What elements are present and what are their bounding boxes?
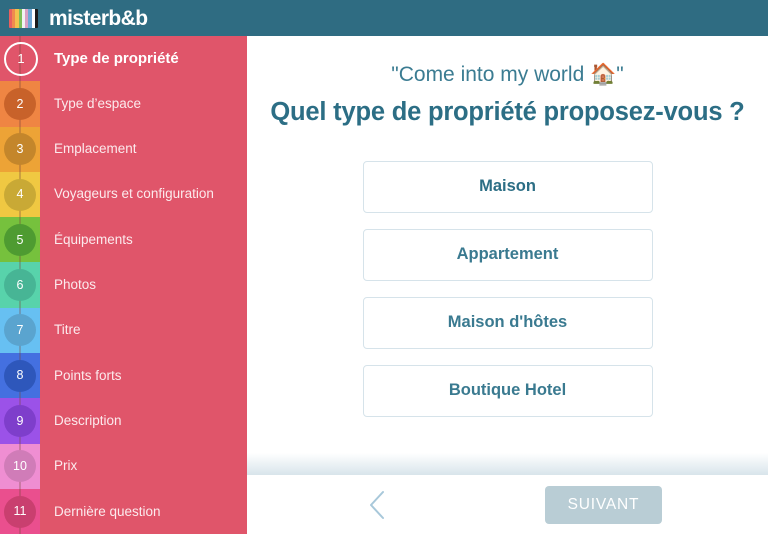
step-number-badge: 6 — [4, 269, 36, 302]
misterbandb-logo-icon — [9, 8, 38, 28]
sidebar-item-label: Type de propriété — [54, 49, 179, 67]
page-title: Quel type de propriété proposez-vous ? — [270, 98, 745, 127]
sidebar-item-step-9[interactable]: 9 Description — [0, 398, 247, 444]
sidebar-item-step-11[interactable]: 11 Dernière question — [0, 488, 247, 534]
footer-bar: SUIVANT — [247, 475, 768, 534]
sidebar-item-label: Photos — [54, 277, 97, 293]
sidebar-item-step-5[interactable]: 5 Équipements — [0, 217, 247, 263]
option-button-4[interactable]: Boutique Hotel — [362, 364, 653, 417]
sidebar-steps: 1 Type de propriété 2 Type d’espace 3 Emplace… — [0, 36, 247, 534]
page-subtitle: "Come into my world 🏠" — [391, 63, 624, 86]
step-number-badge: 7 — [4, 314, 36, 347]
property-type-options: Maison Appartement Maison d'hôtes Boutique … — [269, 160, 746, 417]
sidebar-item-label: Titre — [54, 322, 81, 338]
sidebar-item-step-8[interactable]: 8 Points forts — [0, 353, 247, 399]
app-root: misterb&b 1 Type de propriété 2 Type d’espa… — [0, 0, 768, 534]
sidebar-item-step-10[interactable]: 10 Prix — [0, 443, 247, 489]
chevron-left-icon — [370, 490, 384, 519]
step-number-badge: 2 — [4, 87, 36, 120]
sidebar-item-step-2[interactable]: 2 Type d’espace — [0, 81, 247, 127]
option-button-1[interactable]: Maison — [362, 160, 653, 213]
option-button-3[interactable]: Maison d'hôtes — [362, 296, 653, 349]
step-number-badge: 10 — [4, 450, 36, 483]
sidebar-item-label: Type d’espace — [54, 95, 142, 111]
main-scroll-area: "Come into my world 🏠" Quel type de prop… — [247, 36, 768, 471]
sidebar-item-step-4[interactable]: 4 Voyageurs et configuration — [0, 171, 247, 218]
sidebar-item-step-3[interactable]: 3 Emplacement — [0, 126, 247, 172]
sidebar-item-label: Prix — [54, 458, 78, 474]
sidebar-item-step-6[interactable]: 6 Photos — [0, 262, 247, 308]
sidebar-item-step-1[interactable]: 1 Type de propriété — [0, 36, 247, 82]
step-number-badge: 8 — [4, 359, 36, 392]
sidebar-item-label: Voyageurs et configuration — [54, 186, 214, 202]
sidebar-item-label: Dernière question — [54, 503, 161, 519]
next-button[interactable]: SUIVANT — [545, 485, 662, 524]
back-button[interactable] — [360, 486, 394, 524]
sidebar-item-label: Points forts — [54, 367, 122, 383]
logo-bar-8 — [34, 8, 38, 28]
step-number-badge: 9 — [4, 405, 36, 438]
step-number-badge: 4 — [4, 178, 36, 211]
step-number-badge: 1 — [4, 41, 38, 76]
step-number-badge: 3 — [4, 133, 36, 166]
sidebar-item-step-7[interactable]: 7 Titre — [0, 307, 247, 354]
sidebar-item-label: Équipements — [54, 231, 133, 247]
step-number-badge: 5 — [4, 223, 36, 256]
sidebar-item-label: Description — [54, 412, 122, 428]
top-bar: misterb&b — [0, 0, 768, 36]
main-panel: "Come into my world 🏠" Quel type de prop… — [247, 36, 768, 534]
option-button-2[interactable]: Appartement — [362, 228, 653, 281]
sidebar-item-label: Emplacement — [54, 141, 137, 157]
step-number-badge: 11 — [4, 495, 36, 528]
brand-name: misterb&b — [49, 6, 148, 30]
